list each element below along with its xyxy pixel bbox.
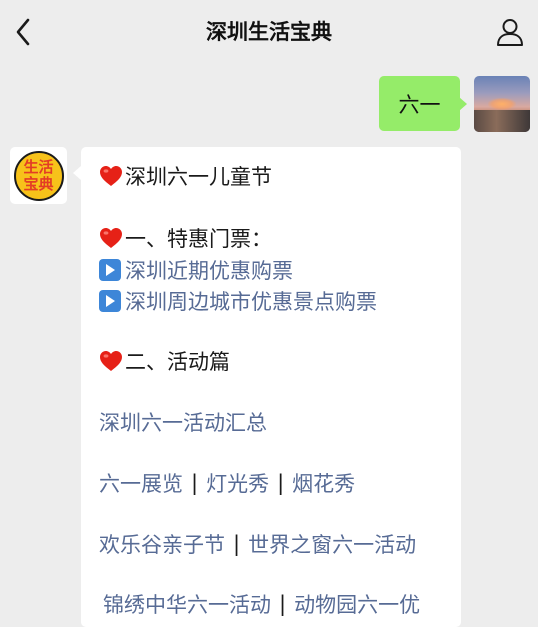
outgoing-message-bubble[interactable]: 六一	[379, 76, 460, 131]
section-activities-heading: 二、活动篇	[125, 350, 230, 374]
chat-header: 深圳生活宝典	[0, 0, 538, 64]
link-activity-summary[interactable]: 深圳六一活动汇总	[99, 407, 267, 437]
red-heart-icon	[100, 351, 122, 371]
user-avatar[interactable]	[474, 76, 530, 132]
outgoing-message-text: 六一	[398, 92, 441, 117]
separator: |	[277, 471, 285, 495]
outgoing-bubble-tail	[459, 97, 467, 111]
red-heart-icon	[100, 228, 122, 248]
separator: |	[279, 592, 287, 616]
link-exhibition[interactable]: 六一展览	[99, 468, 183, 498]
separator: |	[233, 532, 241, 556]
link-happy-valley[interactable]: 欢乐谷亲子节	[99, 529, 225, 559]
link-zoo[interactable]: 动物园六一优	[294, 589, 420, 619]
profile-button[interactable]	[494, 14, 526, 50]
play-button-icon	[99, 290, 121, 312]
message-title: 深圳六一儿童节	[125, 165, 272, 189]
red-heart-icon	[100, 166, 122, 186]
link-fireworks[interactable]: 烟花秀	[292, 468, 355, 498]
bot-logo-text-bottom: 宝典	[23, 174, 54, 193]
link-splendid-china[interactable]: 锦绣中华六一活动	[103, 589, 271, 619]
link-line-3[interactable]: 深圳六一活动汇总	[99, 407, 267, 437]
link-line-1[interactable]: 深圳近期优惠购票	[99, 255, 293, 285]
link-nearby-cities-tickets[interactable]: 深圳周边城市优惠景点购票	[125, 286, 377, 316]
incoming-bubble-tail	[73, 166, 81, 180]
chat-title: 深圳生活宝典	[206, 20, 332, 44]
link-line-2[interactable]: 深圳周边城市优惠景点购票	[99, 286, 377, 316]
bot-avatar[interactable]: 生活 宝典	[10, 147, 67, 204]
separator: |	[191, 471, 199, 495]
bot-logo: 生活 宝典	[13, 150, 64, 201]
person-icon	[497, 19, 523, 46]
link-recent-tickets[interactable]: 深圳近期优惠购票	[125, 255, 293, 285]
play-button-icon	[99, 259, 121, 281]
section-tickets-heading: 一、特惠门票：	[125, 227, 272, 251]
link-row-3: 锦绣中华六一活动 | 动物园六一优	[103, 589, 420, 619]
section-tickets-line: 一、特惠门票：	[99, 223, 272, 253]
link-window-of-world[interactable]: 世界之窗六一活动	[248, 529, 416, 559]
building-silhouette	[474, 110, 530, 132]
sunset-glow	[488, 98, 516, 110]
section-activities-line: 二、活动篇	[99, 346, 230, 376]
message-title-line: 深圳六一儿童节	[99, 161, 272, 191]
link-row-1: 六一展览 | 灯光秀 | 烟花秀	[99, 468, 355, 498]
link-row-2: 欢乐谷亲子节 | 世界之窗六一活动	[99, 529, 416, 559]
link-light-show[interactable]: 灯光秀	[206, 468, 269, 498]
bot-logo-text-top: 生活	[23, 157, 54, 176]
